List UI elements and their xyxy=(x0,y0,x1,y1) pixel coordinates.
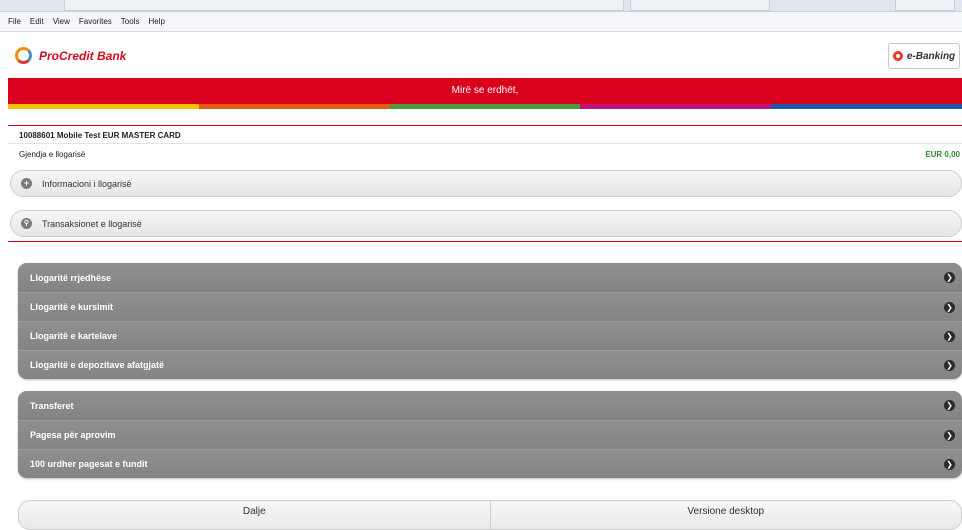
chevron-right-icon: ❯ xyxy=(944,360,955,371)
stripe xyxy=(580,104,772,109)
menu-view[interactable]: View xyxy=(53,17,70,26)
menu-savings-accounts[interactable]: Llogaritë e kursimit ❯ xyxy=(18,292,962,321)
menu-item-label: 100 urdher pagesat e fundit xyxy=(30,459,148,469)
chevron-right-icon: ❯ xyxy=(944,459,955,470)
menu-item-label: Llogaritë e depozitave afatgjatë xyxy=(30,360,165,370)
menu-edit[interactable]: Edit xyxy=(30,17,44,26)
menu-item-label: Llogaritë e kursimit xyxy=(30,302,114,312)
menu-item-label: Transferet xyxy=(30,400,74,411)
account-transactions-toggle[interactable]: ⚲ Transaksionet e llogarisë xyxy=(10,210,962,237)
site-header: ProCredit Bank e-Banking xyxy=(0,33,962,78)
chevron-right-icon: ❯ xyxy=(944,430,955,441)
brand-name: ProCredit Bank xyxy=(39,48,127,63)
procredit-logo[interactable]: ProCredit Bank xyxy=(15,47,126,64)
account-title: 10088601 Mobile Test EUR MASTER CARD xyxy=(19,131,181,140)
stripe xyxy=(771,104,962,109)
menu-item-label: Llogaritë e kartelave xyxy=(30,331,118,341)
menu-card-accounts[interactable]: Llogaritë e kartelave ❯ xyxy=(18,321,962,350)
account-info-label: Informacioni i llogarisë xyxy=(42,178,132,189)
browser-menubar: File Edit View Favorites Tools Help xyxy=(0,12,962,32)
menu-term-deposits[interactable]: Llogaritë e depozitave afatgjatë ❯ xyxy=(18,350,962,379)
stripe xyxy=(8,104,199,109)
browser-tab[interactable] xyxy=(895,0,955,11)
menu-recent-payment-orders[interactable]: 100 urdher pagesat e fundit ❯ xyxy=(18,449,962,478)
chevron-right-icon: ❯ xyxy=(944,302,955,313)
account-info-toggle[interactable]: + Informacioni i llogarisë xyxy=(10,170,962,197)
ebanking-button[interactable]: e-Banking xyxy=(888,43,960,69)
menu-item-label: Llogaritë rrjedhëse xyxy=(30,272,112,283)
menu-tools[interactable]: Tools xyxy=(121,17,140,26)
browser-tab-strip xyxy=(0,0,962,12)
color-stripes xyxy=(8,104,962,109)
logo-icon xyxy=(15,47,32,64)
ebanking-label: e-Banking xyxy=(906,50,956,62)
account-transactions-label: Transaksionet e llogarisë xyxy=(42,218,142,229)
search-icon: ⚲ xyxy=(21,218,32,229)
desktop-version-button[interactable]: Versione desktop xyxy=(489,501,962,529)
account-panel: 10088601 Mobile Test EUR MASTER CARD Gje… xyxy=(8,125,962,242)
menu-help[interactable]: Help xyxy=(148,17,164,26)
stripe xyxy=(389,104,581,109)
menu-payments-approval[interactable]: Pagesa për aprovim ❯ xyxy=(18,420,962,449)
balance-value: EUR 0,00 xyxy=(925,150,960,159)
accounts-menu: Llogaritë rrjedhëse ❯ Llogaritë e kursim… xyxy=(18,263,962,379)
menu-item-label: Pagesa për aprovim xyxy=(30,430,116,440)
browser-tab[interactable] xyxy=(630,0,770,11)
ebanking-ring-icon xyxy=(892,51,903,61)
chevron-right-icon: ❯ xyxy=(944,331,955,342)
chevron-right-icon: ❯ xyxy=(944,400,955,411)
divider xyxy=(8,143,962,144)
welcome-banner: Mirë se erdhët, xyxy=(8,78,962,104)
menu-file[interactable]: File xyxy=(8,17,21,26)
footer-actions: Dalje Versione desktop xyxy=(18,500,962,530)
menu-favorites[interactable]: Favorites xyxy=(79,17,112,26)
stripe xyxy=(198,104,390,109)
chevron-right-icon: ❯ xyxy=(944,272,955,283)
logout-button[interactable]: Dalje xyxy=(19,501,490,529)
plus-icon: + xyxy=(21,178,32,189)
browser-tab[interactable] xyxy=(64,0,624,11)
payments-menu: Transferet ❯ Pagesa për aprovim ❯ 100 ur… xyxy=(18,391,962,478)
menu-current-accounts[interactable]: Llogaritë rrjedhëse ❯ xyxy=(18,263,962,292)
menu-transfers[interactable]: Transferet ❯ xyxy=(18,391,962,420)
balance-label: Gjendja e llogarisë xyxy=(19,150,86,159)
